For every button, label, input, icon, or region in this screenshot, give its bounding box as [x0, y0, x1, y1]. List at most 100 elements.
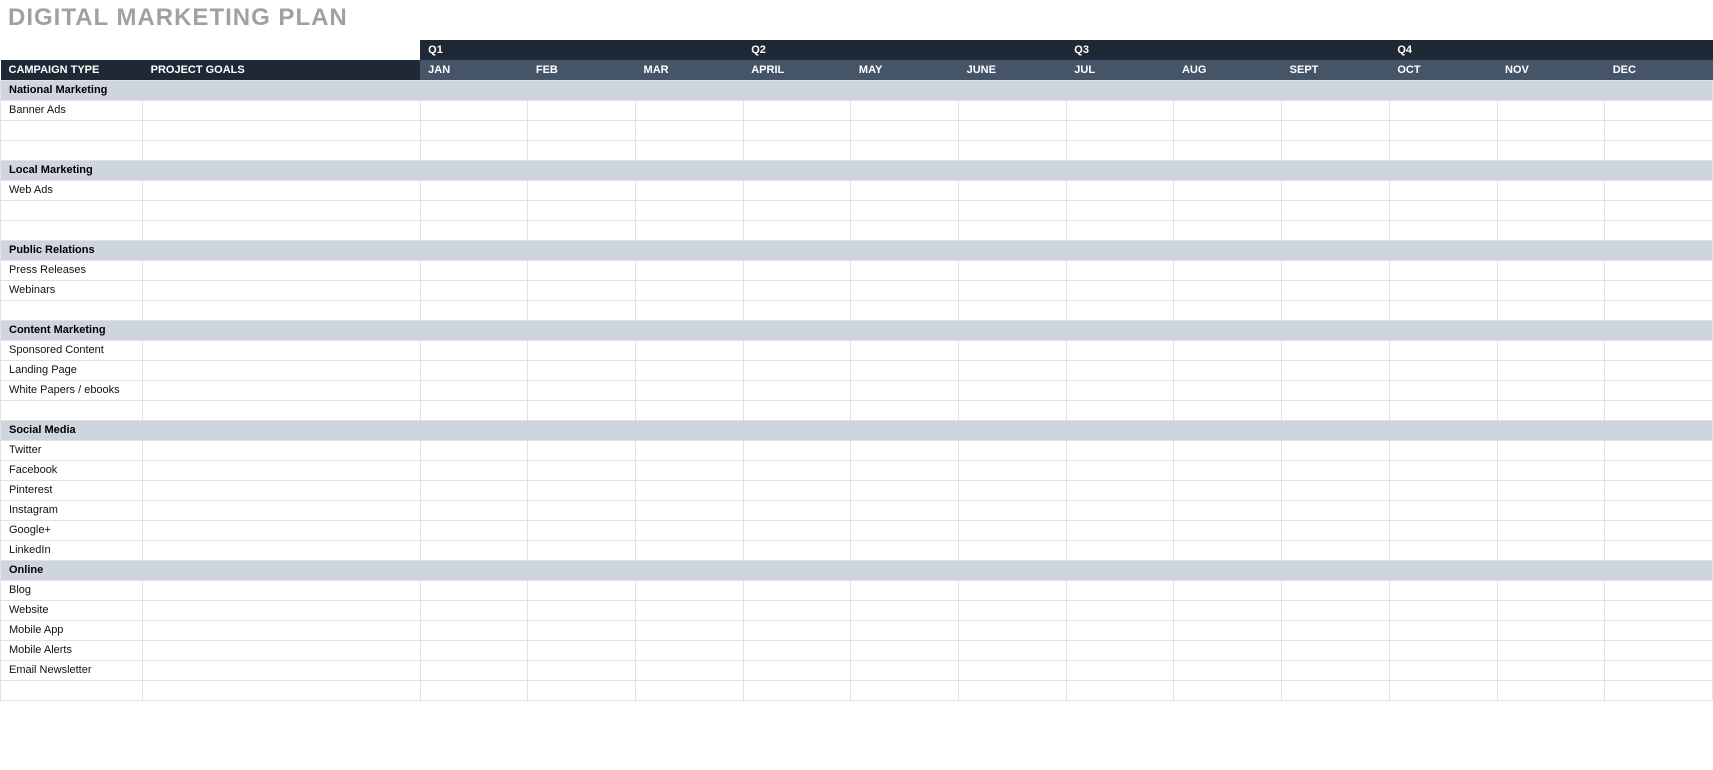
month-cell[interactable] — [1174, 100, 1282, 120]
month-cell[interactable] — [743, 680, 851, 700]
month-cell[interactable] — [528, 200, 636, 220]
month-cell[interactable] — [1389, 660, 1497, 680]
month-cell[interactable] — [851, 660, 959, 680]
month-cell[interactable] — [1282, 180, 1390, 200]
month-cell[interactable] — [1605, 380, 1713, 400]
month-cell[interactable] — [1282, 520, 1390, 540]
month-cell[interactable] — [959, 260, 1067, 280]
month-cell[interactable] — [743, 200, 851, 220]
month-cell[interactable] — [1605, 440, 1713, 460]
month-cell[interactable] — [743, 220, 851, 240]
month-cell[interactable] — [1066, 520, 1174, 540]
month-cell[interactable] — [636, 500, 744, 520]
month-cell[interactable] — [959, 280, 1067, 300]
month-cell[interactable] — [1389, 620, 1497, 640]
month-cell[interactable] — [528, 600, 636, 620]
month-cell[interactable] — [636, 180, 744, 200]
month-cell[interactable] — [1389, 680, 1497, 700]
month-cell[interactable] — [743, 100, 851, 120]
month-cell[interactable] — [1066, 180, 1174, 200]
month-cell[interactable] — [1605, 100, 1713, 120]
month-cell[interactable] — [636, 440, 744, 460]
month-cell[interactable] — [1174, 500, 1282, 520]
month-cell[interactable] — [420, 180, 528, 200]
month-cell[interactable] — [1497, 380, 1605, 400]
month-cell[interactable] — [1605, 280, 1713, 300]
month-cell[interactable] — [851, 380, 959, 400]
project-goals-cell[interactable] — [143, 680, 421, 700]
month-cell[interactable] — [1174, 200, 1282, 220]
campaign-type-cell[interactable]: Blog — [1, 580, 143, 600]
month-cell[interactable] — [959, 460, 1067, 480]
month-cell[interactable] — [1605, 340, 1713, 360]
month-cell[interactable] — [1389, 280, 1497, 300]
month-cell[interactable] — [1282, 500, 1390, 520]
month-cell[interactable] — [743, 640, 851, 660]
month-cell[interactable] — [1174, 360, 1282, 380]
month-cell[interactable] — [1605, 120, 1713, 140]
month-cell[interactable] — [959, 440, 1067, 460]
month-cell[interactable] — [1174, 280, 1282, 300]
month-cell[interactable] — [420, 520, 528, 540]
project-goals-cell[interactable] — [143, 640, 421, 660]
month-cell[interactable] — [636, 360, 744, 380]
month-cell[interactable] — [743, 120, 851, 140]
month-cell[interactable] — [528, 100, 636, 120]
month-cell[interactable] — [1497, 580, 1605, 600]
campaign-type-cell[interactable] — [1, 140, 143, 160]
month-cell[interactable] — [528, 400, 636, 420]
month-cell[interactable] — [1605, 640, 1713, 660]
month-cell[interactable] — [636, 120, 744, 140]
month-cell[interactable] — [1389, 400, 1497, 420]
campaign-type-cell[interactable]: LinkedIn — [1, 540, 143, 560]
month-cell[interactable] — [1282, 280, 1390, 300]
month-cell[interactable] — [420, 360, 528, 380]
month-cell[interactable] — [1282, 300, 1390, 320]
month-cell[interactable] — [420, 660, 528, 680]
month-cell[interactable] — [1605, 220, 1713, 240]
month-cell[interactable] — [1497, 460, 1605, 480]
month-cell[interactable] — [420, 280, 528, 300]
month-cell[interactable] — [1389, 460, 1497, 480]
month-cell[interactable] — [1174, 680, 1282, 700]
month-cell[interactable] — [1389, 100, 1497, 120]
month-cell[interactable] — [743, 540, 851, 560]
month-cell[interactable] — [851, 640, 959, 660]
month-cell[interactable] — [636, 300, 744, 320]
campaign-type-cell[interactable]: Mobile App — [1, 620, 143, 640]
month-cell[interactable] — [1389, 300, 1497, 320]
month-cell[interactable] — [1066, 500, 1174, 520]
project-goals-cell[interactable] — [143, 220, 421, 240]
month-cell[interactable] — [1282, 100, 1390, 120]
month-cell[interactable] — [1605, 600, 1713, 620]
month-cell[interactable] — [851, 180, 959, 200]
month-cell[interactable] — [743, 580, 851, 600]
month-cell[interactable] — [851, 280, 959, 300]
month-cell[interactable] — [1497, 600, 1605, 620]
month-cell[interactable] — [1282, 360, 1390, 380]
month-cell[interactable] — [1282, 340, 1390, 360]
month-cell[interactable] — [528, 380, 636, 400]
month-cell[interactable] — [851, 100, 959, 120]
month-cell[interactable] — [1605, 140, 1713, 160]
month-cell[interactable] — [1389, 260, 1497, 280]
month-cell[interactable] — [851, 540, 959, 560]
month-cell[interactable] — [636, 340, 744, 360]
month-cell[interactable] — [1389, 180, 1497, 200]
month-cell[interactable] — [1497, 340, 1605, 360]
month-cell[interactable] — [1497, 640, 1605, 660]
month-cell[interactable] — [1497, 540, 1605, 560]
month-cell[interactable] — [1497, 660, 1605, 680]
month-cell[interactable] — [959, 140, 1067, 160]
month-cell[interactable] — [1282, 400, 1390, 420]
month-cell[interactable] — [743, 520, 851, 540]
month-cell[interactable] — [1605, 260, 1713, 280]
month-cell[interactable] — [959, 340, 1067, 360]
project-goals-cell[interactable] — [143, 540, 421, 560]
month-cell[interactable] — [1174, 640, 1282, 660]
month-cell[interactable] — [1282, 480, 1390, 500]
month-cell[interactable] — [636, 660, 744, 680]
month-cell[interactable] — [1282, 220, 1390, 240]
month-cell[interactable] — [636, 600, 744, 620]
month-cell[interactable] — [1389, 360, 1497, 380]
